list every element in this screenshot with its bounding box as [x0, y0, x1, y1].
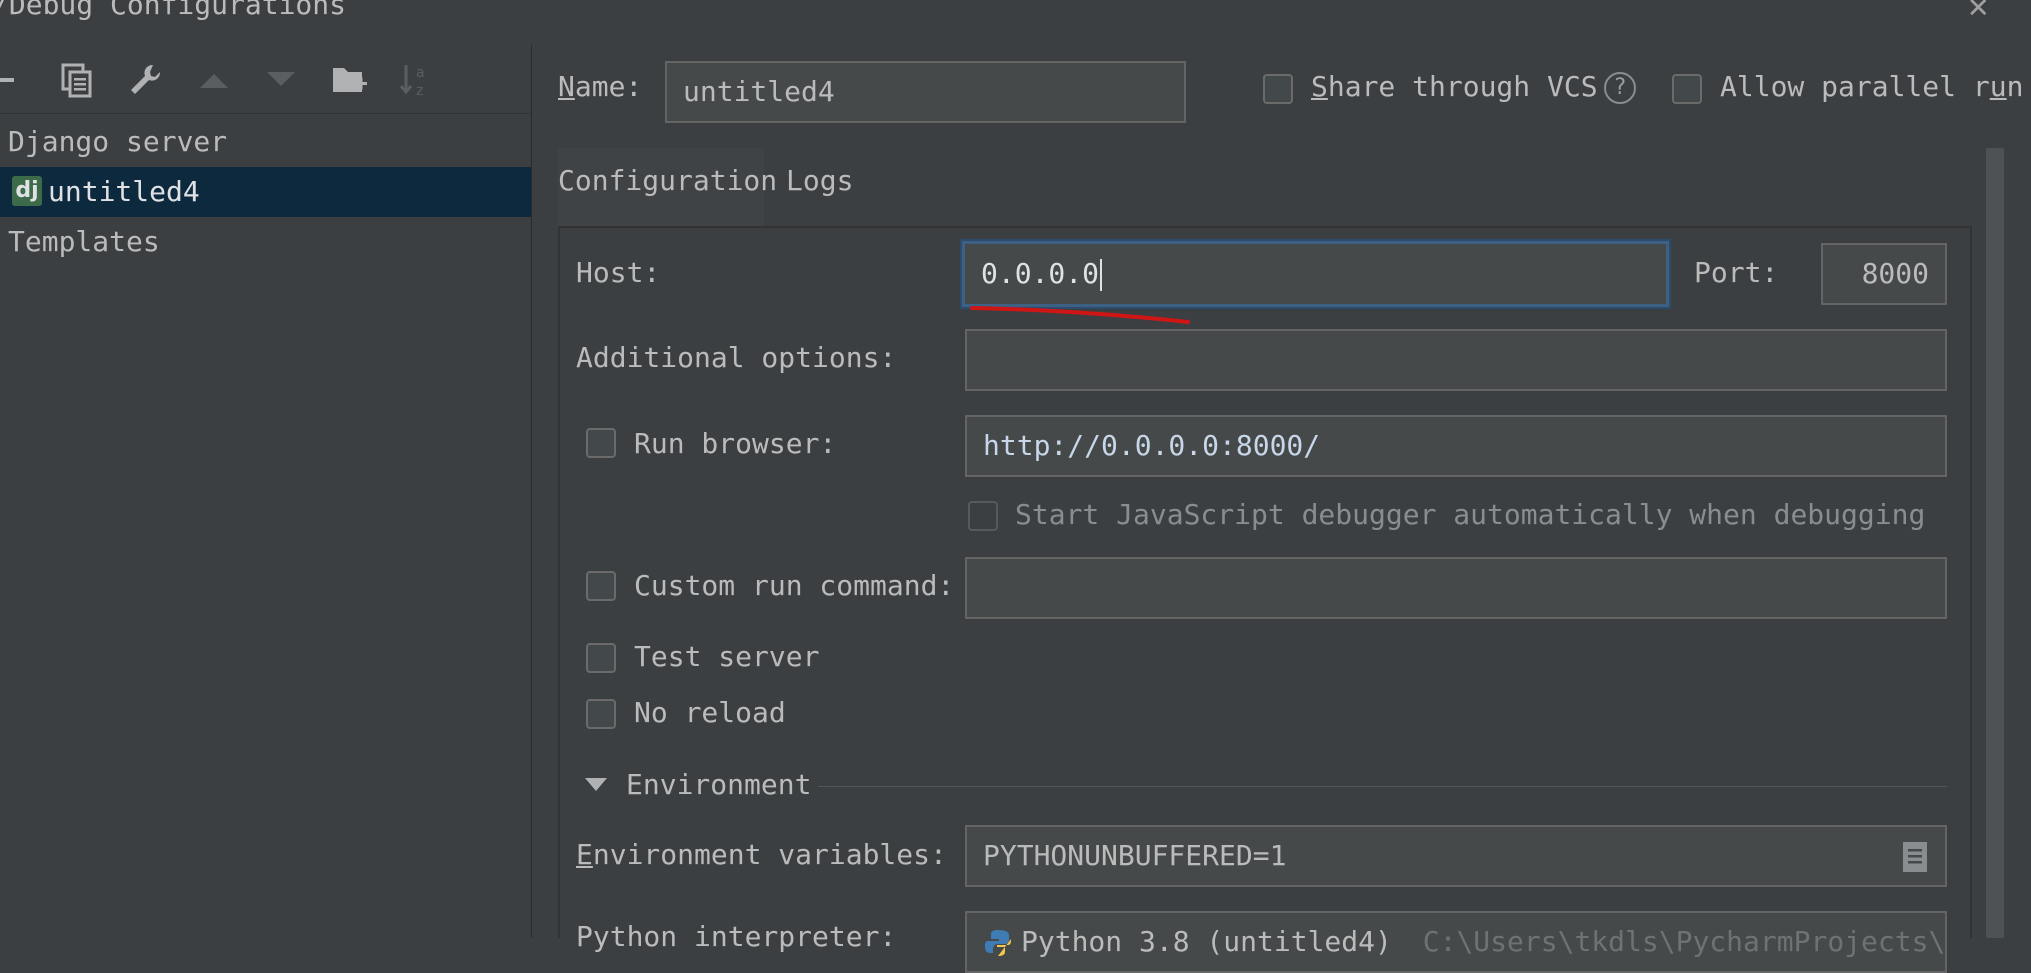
- python-interpreter-label: Python interpreter:: [576, 920, 897, 953]
- wrench-icon[interactable]: [126, 61, 164, 99]
- tab-bar: Configuration Logs: [558, 148, 1972, 232]
- environment-variables-value: PYTHONUNBUFFERED=1: [983, 839, 1287, 872]
- tab-logs[interactable]: Logs: [778, 148, 861, 226]
- no-reload-label: No reload: [634, 696, 786, 729]
- move-down-icon: [262, 61, 300, 99]
- custom-run-command-label: Custom run command:: [634, 569, 955, 602]
- python-interpreter-value: Python 3.8 (untitled4): [1021, 925, 1392, 958]
- new-folder-icon[interactable]: [331, 61, 369, 99]
- environment-variables-input[interactable]: PYTHONUNBUFFERED=1: [965, 825, 1947, 887]
- host-label: Host:: [576, 256, 661, 289]
- copy-icon[interactable]: [58, 61, 96, 99]
- python-icon: [985, 930, 1011, 956]
- run-browser-url-input[interactable]: http://0.0.0.0:8000/: [965, 415, 1947, 477]
- django-icon: dj: [12, 176, 42, 206]
- host-value: 0.0.0.0: [981, 257, 1100, 290]
- red-annotation-underline: [970, 306, 1190, 324]
- svg-text:z: z: [416, 83, 423, 99]
- js-debugger-checkbox: [968, 501, 998, 531]
- section-divider: [818, 786, 1947, 787]
- no-reload-checkbox[interactable]: [586, 699, 616, 729]
- environment-section-title[interactable]: Environment: [626, 768, 811, 801]
- tree-group-label: Django server: [8, 125, 228, 158]
- name-label: Name:: [558, 70, 643, 103]
- tree-group-templates[interactable]: Templates: [0, 217, 531, 267]
- share-vcs-label: Share through VCS: [1311, 70, 1598, 103]
- tree-item-untitled4[interactable]: dj untitled4: [0, 167, 531, 217]
- share-vcs-checkbox[interactable]: [1263, 74, 1293, 104]
- port-input[interactable]: 8000: [1821, 243, 1947, 305]
- run-browser-label: Run browser:: [634, 427, 837, 460]
- run-browser-checkbox[interactable]: [586, 428, 616, 458]
- templates-label: Templates: [8, 225, 160, 258]
- host-input[interactable]: 0.0.0.0: [962, 241, 1669, 307]
- move-up-icon: [195, 61, 233, 99]
- sort-alpha-icon: az: [398, 61, 436, 99]
- close-icon[interactable]: ✕: [1968, 0, 1988, 26]
- tree-item-label: untitled4: [48, 175, 200, 208]
- help-icon[interactable]: ?: [1604, 72, 1636, 104]
- chevron-down-icon[interactable]: [584, 777, 608, 793]
- tree-group-django-server[interactable]: Django server: [0, 117, 531, 167]
- test-server-checkbox[interactable]: [586, 643, 616, 673]
- tab-configuration[interactable]: Configuration: [558, 148, 777, 232]
- python-interpreter-select[interactable]: Python 3.8 (untitled4) C:\Users\tkdls\Py…: [965, 911, 1947, 973]
- custom-run-command-input[interactable]: [965, 557, 1947, 619]
- name-input[interactable]: untitled4: [665, 61, 1186, 123]
- sidebar-toolbar: az: [0, 45, 531, 114]
- test-server-label: Test server: [634, 640, 820, 673]
- configurations-sidebar: az Django server dj untitled4 Templates: [0, 45, 532, 938]
- allow-parallel-run-label: Allow parallel run: [1720, 70, 2024, 103]
- edit-list-icon[interactable]: [1901, 841, 1929, 873]
- additional-options-label: Additional options:: [576, 341, 897, 374]
- allow-parallel-run-checkbox[interactable]: [1672, 74, 1702, 104]
- additional-options-input[interactable]: [965, 329, 1947, 391]
- text-cursor: [1100, 259, 1103, 291]
- python-interpreter-path: C:\Users\tkdls\PycharmProjects\untit: [1422, 925, 1946, 958]
- window-title: /Debug Configurations: [0, 0, 347, 21]
- svg-text:a: a: [416, 65, 425, 81]
- js-debugger-label: Start JavaScript debugger automatically …: [1015, 498, 1926, 531]
- port-label: Port:: [1694, 256, 1779, 289]
- custom-run-command-checkbox[interactable]: [586, 571, 616, 601]
- remove-icon[interactable]: [0, 61, 24, 99]
- environment-variables-label: Environment variables:: [576, 838, 947, 871]
- vertical-scrollbar[interactable]: [1986, 148, 2004, 938]
